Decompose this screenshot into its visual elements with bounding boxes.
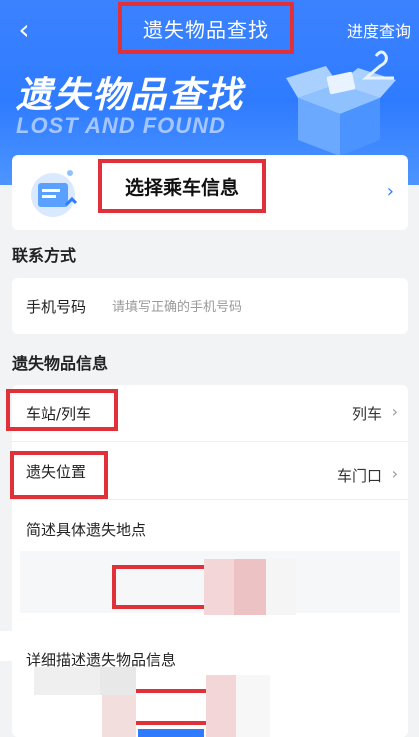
redaction-highlight xyxy=(112,565,208,609)
chevron-left-icon: ‹ xyxy=(18,13,30,46)
mosaic-block xyxy=(266,559,296,615)
select-ride-info-label: 选择乘车信息 xyxy=(124,176,239,199)
ride-info-card[interactable]: 选择乘车信息 › xyxy=(12,155,408,230)
station-value: 列车 xyxy=(351,405,382,423)
lost-box-illustration xyxy=(286,50,396,156)
mosaic-block xyxy=(236,675,270,737)
ride-label-highlight: 选择乘车信息 xyxy=(98,159,266,213)
redaction-highlight xyxy=(136,689,206,725)
mosaic-block xyxy=(100,667,136,695)
phone-label: 手机号码 xyxy=(26,298,87,316)
mosaic-block xyxy=(34,667,100,695)
location-label: 遗失位置 xyxy=(26,463,87,481)
chevron-right-icon: › xyxy=(391,464,398,483)
phone-card: 手机号码 xyxy=(12,278,408,334)
location-value: 车门口 xyxy=(336,467,382,485)
mosaic-block xyxy=(204,559,234,615)
station-train-row[interactable]: 车站/列车 列车 › xyxy=(6,385,408,442)
lost-item-section-title: 遗失物品信息 xyxy=(12,354,109,373)
chevron-right-icon: › xyxy=(391,402,398,421)
mosaic-block xyxy=(102,695,136,737)
progress-query-link[interactable]: 进度查询 xyxy=(347,18,411,42)
brief-location-title: 简述具体遗失地点 xyxy=(26,521,147,539)
nav-title-highlight: 遗失物品查找 xyxy=(118,2,294,54)
back-button[interactable]: ‹ xyxy=(10,14,38,46)
banner-subtitle: LOST AND FOUND xyxy=(16,113,226,138)
ticket-icon xyxy=(31,170,78,217)
phone-input[interactable] xyxy=(110,294,394,320)
lost-location-row[interactable]: 遗失位置 车门口 › xyxy=(10,443,408,500)
contact-section-title: 联系方式 xyxy=(12,246,77,265)
lost-item-card: 车站/列车 列车 › 遗失位置 车门口 › 简述具体遗失地点 详细描述遗失物品信… xyxy=(0,385,408,737)
page-title: 遗失物品查找 xyxy=(143,17,269,42)
chevron-right-icon: › xyxy=(386,181,394,202)
mosaic-block xyxy=(234,559,266,615)
mosaic-block xyxy=(138,729,204,737)
banner-title: 遗失物品查找 xyxy=(16,75,245,116)
station-label: 车站/列车 xyxy=(26,405,92,423)
mosaic-block xyxy=(206,675,236,737)
